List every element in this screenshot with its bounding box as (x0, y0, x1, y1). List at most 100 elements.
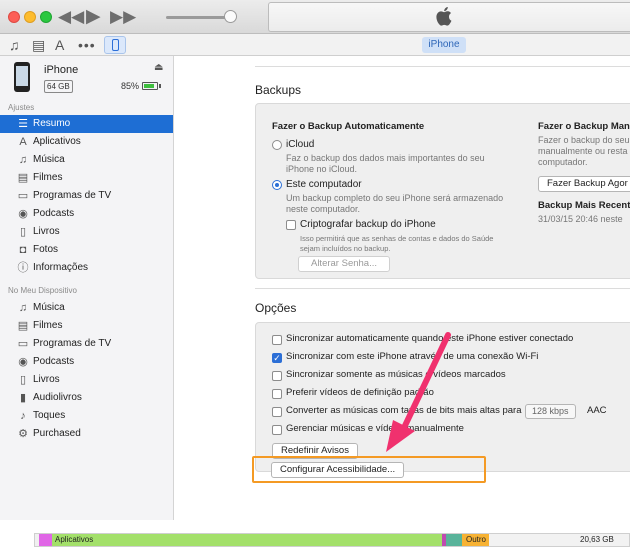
book-icon: ▯ (19, 226, 27, 238)
auto-sync-checkbox[interactable] (272, 335, 282, 345)
close-window-button[interactable] (8, 11, 20, 23)
battery-percent: 85% (121, 81, 140, 91)
encrypt-backup-checkbox[interactable] (286, 220, 296, 230)
volume-slider[interactable] (166, 16, 230, 19)
capacity-segment-documents (446, 534, 462, 546)
sidebar-item-device-programas-tv[interactable]: ▭ Programas de TV (0, 335, 173, 353)
convert-bitrate-label: Converter as músicas com taxas de bits m… (286, 405, 522, 416)
standard-definition-checkbox[interactable] (272, 389, 282, 399)
rewind-icon[interactable]: ◀◀ (58, 6, 84, 28)
bell-icon: ♪ (20, 410, 26, 422)
main-panel: Backups Fazer o Backup Automaticamente i… (175, 56, 630, 520)
icloud-label: iCloud (286, 139, 315, 150)
capacity-label-free: 20,63 GB (580, 535, 614, 544)
sidebar-item-device-filmes[interactable]: ▤ Filmes (0, 317, 173, 335)
app-icon: A (19, 136, 27, 148)
auto-backup-heading: Fazer o Backup Automaticamente (272, 121, 425, 132)
capacity-label-apps: Aplicativos (55, 535, 94, 544)
sidebar-item-filmes[interactable]: ▤ Filmes (0, 169, 173, 187)
minimize-window-button[interactable] (24, 11, 36, 23)
sidebar: iPhone ⏏ 64 GB 85% Ajustes ☰ Resumo A Apli… (0, 56, 174, 520)
manual-description-2: manualmente ou resta (538, 146, 628, 156)
wifi-sync-label: Sincronizar com este iPhone através de u… (286, 351, 539, 362)
sidebar-item-fotos[interactable]: ◘ Fotos (0, 241, 173, 259)
iphone-device-button[interactable] (104, 36, 126, 54)
film-icon[interactable]: ▤ (32, 37, 45, 53)
backups-panel: Fazer o Backup Automaticamente iCloud Fa… (255, 103, 630, 279)
this-computer-description-2: neste computador. (286, 204, 361, 214)
play-icon[interactable]: ▶ (86, 6, 101, 28)
sidebar-item-musica[interactable]: ♫ Música (0, 151, 173, 169)
capacity-segment-photos (39, 534, 52, 546)
icloud-description-1: Faz o backup dos dados mais importantes … (286, 153, 485, 163)
manual-manage-checkbox[interactable] (272, 425, 282, 435)
sidebar-item-aplicativos[interactable]: A Aplicativos (0, 133, 173, 151)
options-panel: Sincronizar automaticamente quando este … (255, 322, 630, 472)
sidebar-item-device-purchased[interactable]: ⚙ Purchased (0, 425, 173, 443)
zoom-window-button[interactable] (40, 11, 52, 23)
device-name: iPhone (44, 64, 79, 76)
device-summary[interactable]: iPhone ⏏ 64 GB 85% (0, 56, 174, 100)
capacity-label-other: Outro (466, 535, 487, 544)
tv-icon: ▭ (17, 190, 29, 202)
convert-bitrate-checkbox[interactable] (272, 407, 282, 417)
sidebar-item-device-toques[interactable]: ♪ Toques (0, 407, 173, 425)
backup-now-button[interactable]: Fazer Backup Agor (538, 176, 630, 192)
icloud-radio[interactable] (272, 140, 282, 150)
sidebar-section-device: No Meu Dispositivo (8, 286, 77, 295)
bitrate-format: AAC (587, 405, 607, 416)
toolbar: ♫ ▤ A ••• iPhone (0, 34, 630, 56)
sidebar-item-device-musica[interactable]: ♫ Música (0, 299, 173, 317)
film-icon: ▤ (17, 172, 29, 184)
fast-forward-icon[interactable]: ▶▶ (110, 6, 136, 28)
this-computer-radio[interactable] (272, 180, 282, 190)
checked-songs-checkbox[interactable] (272, 371, 282, 381)
backups-title: Backups (255, 83, 302, 97)
volume-slider-knob[interactable] (224, 10, 237, 23)
film-icon: ▤ (17, 320, 29, 332)
change-password-button[interactable]: Alterar Senha... (298, 256, 390, 272)
iphone-tab[interactable]: iPhone (422, 37, 466, 53)
checked-songs-label: Sincronizar somente as músicas e vídeos … (286, 369, 506, 380)
sidebar-item-informacoes[interactable]: ⓘ Informações (0, 259, 173, 277)
manual-description-3: computador. (538, 157, 588, 167)
sidebar-item-livros[interactable]: ▯ Livros (0, 223, 173, 241)
list-icon: ☰ (18, 118, 28, 130)
encrypt-description-2: sejam incluídos no backup. (300, 244, 391, 253)
latest-backup-value: 31/03/15 20:46 neste (538, 214, 623, 224)
icloud-description-2: iPhone no iCloud. (286, 164, 358, 174)
accessibility-highlight-box (252, 456, 486, 483)
manual-description-1: Fazer o backup do seu i (538, 135, 630, 145)
camera-icon: ◘ (19, 244, 27, 256)
iphone-device-icon (112, 39, 119, 51)
more-icon[interactable]: ••• (78, 37, 96, 53)
device-capacity: 64 GB (44, 80, 73, 93)
title-bar: ◀◀ ▶ ▶▶ (0, 0, 630, 34)
music-note-icon: ♫ (18, 154, 28, 166)
sidebar-item-podcasts[interactable]: ◉ Podcasts (0, 205, 173, 223)
battery-level (144, 84, 154, 88)
app-store-icon[interactable]: A (55, 37, 64, 53)
gear-icon: ⚙ (18, 428, 28, 440)
apple-logo-icon (436, 7, 452, 26)
bitrate-select[interactable]: 128 kbps (525, 404, 576, 419)
podcast-icon: ◉ (18, 356, 28, 368)
this-computer-description-1: Um backup completo do seu iPhone será ar… (286, 193, 504, 203)
encrypt-description-1: Isso permitirá que as senhas de contas e… (300, 234, 494, 243)
capacity-bar: Aplicativos Outro 20,63 GB (34, 533, 630, 547)
wifi-sync-checkbox[interactable]: ✓ (272, 353, 282, 363)
sidebar-item-programas-tv[interactable]: ▭ Programas de TV (0, 187, 173, 205)
options-title: Opções (255, 301, 297, 315)
sidebar-item-device-podcasts[interactable]: ◉ Podcasts (0, 353, 173, 371)
sidebar-item-device-livros[interactable]: ▯ Livros (0, 371, 173, 389)
manual-manage-label: Gerenciar músicas e vídeos manualmente (286, 423, 464, 434)
sidebar-item-resumo[interactable]: ☰ Resumo (0, 115, 173, 133)
divider (255, 66, 630, 67)
iphone-image-icon (14, 62, 30, 92)
manual-backup-heading: Fazer o Backup Manu (538, 121, 630, 132)
sidebar-item-device-audiolivros[interactable]: ▮ Audiolivros (0, 389, 173, 407)
eject-icon[interactable]: ⏏ (154, 62, 163, 73)
capacity-segment-apps (52, 534, 442, 546)
book-icon: ▯ (19, 374, 27, 386)
music-note-icon[interactable]: ♫ (9, 37, 20, 53)
